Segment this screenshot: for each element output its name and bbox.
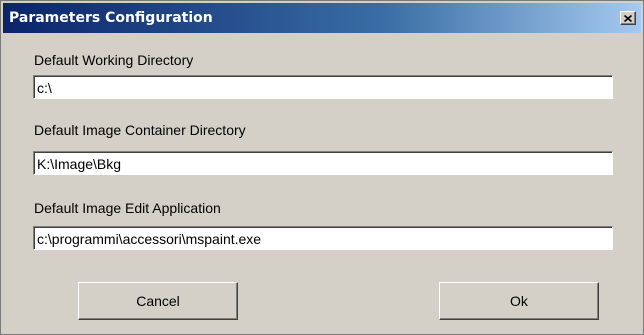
image-edit-application-label: Default Image Edit Application (34, 200, 221, 216)
close-button[interactable] (620, 11, 636, 25)
image-container-directory-label: Default Image Container Directory (34, 122, 246, 138)
image-edit-application-input[interactable] (33, 226, 613, 250)
title-bar[interactable]: Parameters Configuration (3, 3, 641, 33)
working-directory-input[interactable] (33, 75, 613, 99)
working-directory-label: Default Working Directory (34, 52, 194, 68)
image-container-directory-input[interactable] (33, 151, 613, 175)
close-icon (624, 14, 632, 22)
dialog-title: Parameters Configuration (9, 10, 213, 26)
ok-button[interactable]: Ok (439, 282, 599, 320)
cancel-button[interactable]: Cancel (78, 282, 238, 320)
parameters-dialog: Parameters Configuration Default Working… (0, 0, 644, 335)
